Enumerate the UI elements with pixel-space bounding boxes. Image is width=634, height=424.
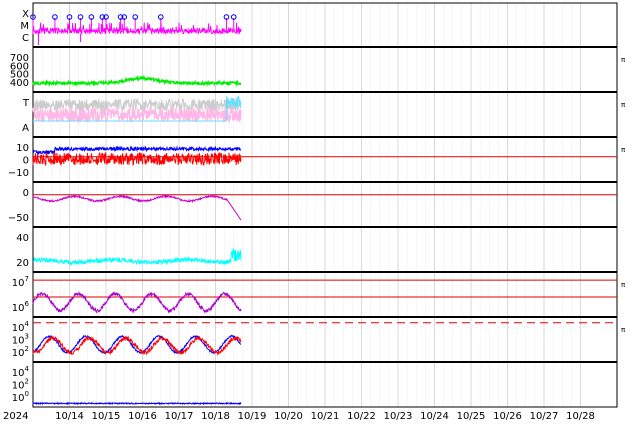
- x-grid: [41, 3, 581, 407]
- series-electron: [32, 290, 242, 314]
- x-tick-label: 10/23: [384, 411, 413, 422]
- x-tick-label: 10/14: [55, 411, 84, 422]
- x-tick-label: 10/20: [274, 411, 303, 422]
- y-tick-label: 106: [12, 300, 30, 314]
- panel-side-label: π: [621, 326, 626, 334]
- x-tick-label: 10/19: [238, 411, 267, 422]
- y-tick-label: 40: [16, 233, 29, 244]
- x-tick-label: 10/15: [92, 411, 121, 422]
- x-tick-label: 10/27: [530, 411, 559, 422]
- x-axis: 2024 10/14 10/15 10/16 10/17 10/18 10/19 10/20 1…: [3, 411, 595, 422]
- x-tick-label: 10/16: [128, 411, 157, 422]
- y-tick-exponent: 0: [25, 390, 29, 398]
- y-tick-exponent: 4: [25, 320, 30, 328]
- series-bz: [32, 151, 242, 167]
- y-tick-label: 107: [12, 275, 29, 289]
- y-tick-exponent: 2: [25, 378, 29, 386]
- y-tick-exponent: 6: [25, 300, 30, 308]
- series-bt: [32, 145, 242, 156]
- series-dst: [32, 194, 242, 221]
- panels: XMC700600500400πTAπ100−10π0−504020107106…: [8, 2, 626, 408]
- y-tick-label: −50: [8, 213, 29, 224]
- panel-side-label: π: [621, 146, 626, 154]
- y-tick-exponent: 7: [25, 275, 29, 283]
- y-tick-exponent: 4: [25, 365, 30, 373]
- panel-side-label: π: [621, 281, 626, 289]
- y-tick-label: 100: [12, 390, 29, 404]
- x-tick-label: 10/25: [457, 411, 486, 422]
- x-tick-label: 10/22: [347, 411, 376, 422]
- y-tick-label: X: [22, 9, 29, 20]
- series-flare: [32, 22, 242, 36]
- x-tick-label: 10/28: [566, 411, 595, 422]
- x-year-label: 2024: [3, 411, 28, 422]
- x-tick-label: 10/21: [311, 411, 340, 422]
- panel-side-label: π: [621, 101, 626, 109]
- x-tick-label: 10/26: [493, 411, 522, 422]
- y-tick-label: 400: [10, 78, 29, 89]
- panel-side-label: π: [621, 56, 626, 64]
- space-weather-chart: XMC700600500400πTAπ100−10π0−504020107106…: [3, 2, 626, 422]
- x-tick-label: 10/24: [420, 411, 449, 422]
- y-tick-label: T: [22, 98, 30, 109]
- series-density: [32, 248, 242, 267]
- y-tick-label: 10: [16, 143, 29, 154]
- x-tick-label: 10/17: [165, 411, 194, 422]
- y-tick-label: A: [22, 123, 29, 134]
- series-velocity: [32, 74, 242, 88]
- y-tick-label: −10: [8, 168, 29, 179]
- series-high-energy: [32, 401, 242, 406]
- y-tick-label: C: [22, 33, 29, 44]
- series-t-a-grey: [32, 97, 242, 113]
- y-tick-label: M: [20, 21, 29, 32]
- y-tick-label: 102: [12, 345, 29, 359]
- series-t-a-pink: [32, 106, 242, 124]
- series-proton-blue: [32, 334, 242, 355]
- y-tick-label: 0: [23, 156, 29, 167]
- y-tick-exponent: 2: [25, 345, 29, 353]
- y-tick-label: 20: [16, 258, 29, 269]
- x-tick-label: 10/18: [201, 411, 230, 422]
- y-tick-exponent: 3: [25, 333, 29, 341]
- y-tick-label: 0: [23, 188, 29, 199]
